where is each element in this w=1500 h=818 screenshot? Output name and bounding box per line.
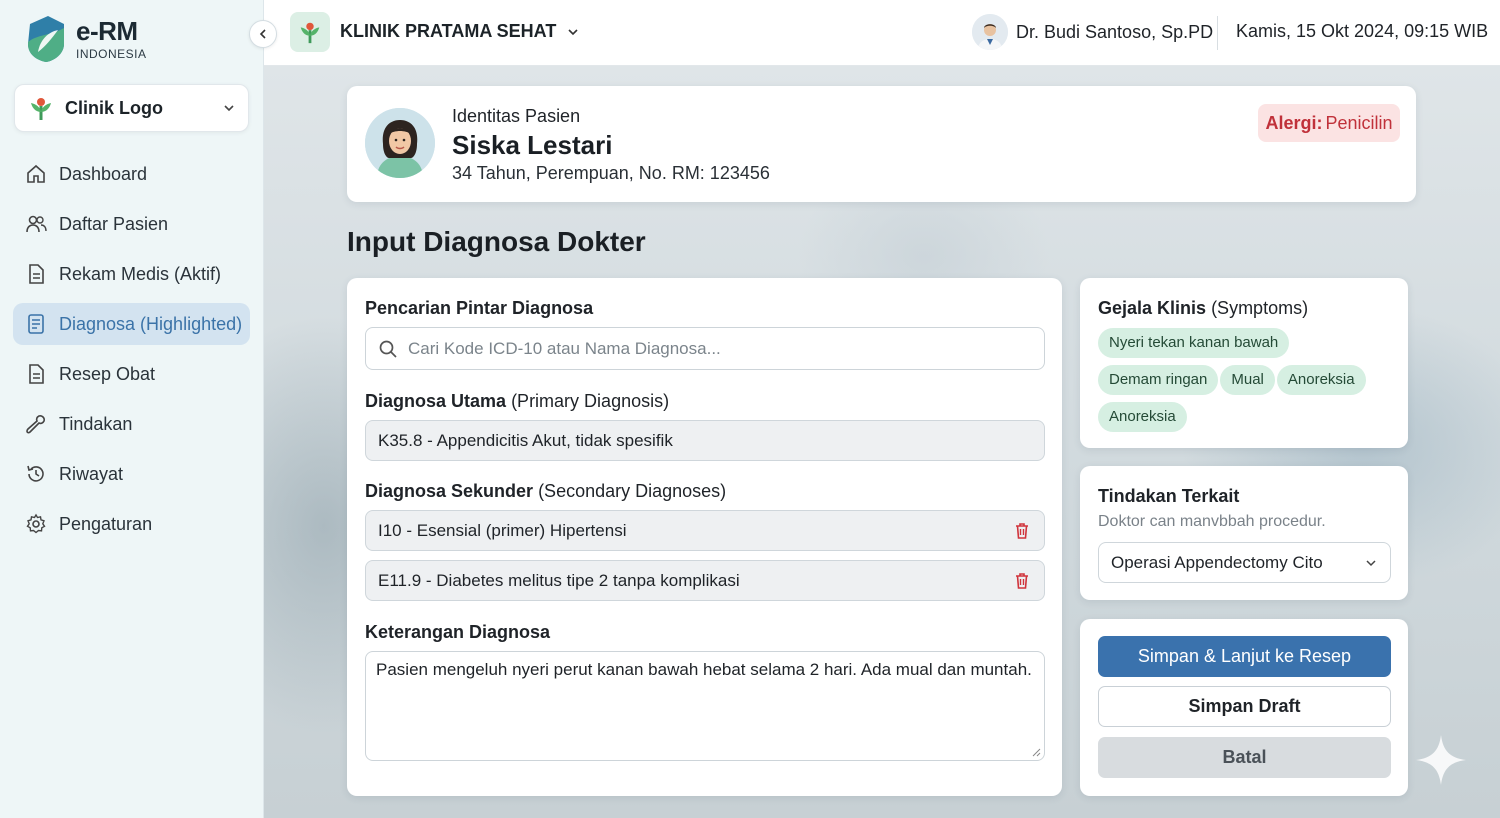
logo-subtitle: INDONESIA — [76, 47, 147, 61]
app-logo[interactable]: e-RM INDONESIA — [24, 14, 147, 64]
symptom-chip[interactable]: Anoreksia — [1276, 365, 1366, 395]
patient-info: 34 Tahun, Perempuan, No. RM: 123456 — [452, 163, 770, 183]
clinic-name: KLINIK PRATAMA SEHAT — [340, 21, 557, 41]
sidebar-item-label: Pengaturan — [59, 513, 153, 534]
chevron-down-icon — [568, 28, 578, 35]
action-title: Tindakan Terkait — [1098, 486, 1240, 506]
clinic-logo-icon — [300, 22, 320, 44]
secondary-diagnosis-value: E11.9 - Diabetes melitus tipe 2 tanpa ko… — [378, 570, 740, 590]
clinic-select-label: Clinik Logo — [65, 97, 163, 118]
sidebar-item-rekam-medis[interactable]: Rekam Medis (Aktif) — [13, 253, 250, 295]
chevron-down-icon — [1366, 559, 1376, 566]
action-select-value: Operasi Appendectomy Cito — [1111, 552, 1323, 572]
top-header: KLINIK PRATAMA SEHAT Dr. Budi Santoso, S… — [264, 0, 1500, 66]
document-icon — [29, 364, 44, 384]
clinic-select[interactable]: Clinik Logo — [14, 84, 249, 132]
sparkle-icon — [1416, 735, 1466, 785]
primary-diagnosis-field[interactable]: K35.8 - Appendicitis Akut, tidak spesifi… — [365, 420, 1045, 461]
doctor-name: Dr. Budi Santoso, Sp.PD — [1016, 21, 1214, 42]
related-action-card: Tindakan Terkait Doktor can manvbbah pro… — [1080, 466, 1408, 600]
save-continue-button[interactable]: Simpan & Lanjut ke Resep — [1098, 636, 1391, 677]
history-icon — [27, 465, 44, 482]
sidebar-item-resep-obat[interactable]: Resep Obat — [13, 353, 250, 395]
home-icon — [27, 164, 45, 183]
sidebar-item-daftar-pasien[interactable]: Daftar Pasien — [13, 203, 250, 245]
doctor-profile[interactable]: Dr. Budi Santoso, Sp.PD — [972, 14, 1213, 50]
sidebar-item-label: Rekam Medis (Aktif) — [59, 263, 222, 284]
sidebar-item-label: Riwayat — [59, 463, 124, 484]
sidebar-item-label: Diagnosa (Highlighted) — [59, 313, 243, 334]
notes-label: Keterangan Diagnosa — [365, 622, 551, 642]
patient-section-label: Identitas Pasien — [452, 106, 581, 126]
symptom-chip[interactable]: Anoreksia — [1098, 402, 1187, 432]
clinic-badge — [290, 12, 330, 52]
chevron-left-icon — [259, 29, 266, 39]
header-divider — [1217, 16, 1218, 50]
allergy-badge: Alergi: Penicilin — [1258, 104, 1400, 142]
patient-avatar — [365, 108, 435, 178]
secondary-diagnosis-item[interactable]: E11.9 - Diabetes melitus tipe 2 tanpa ko… — [365, 560, 1045, 601]
sidebar-item-riwayat[interactable]: Riwayat — [13, 453, 250, 495]
form-actions-card: Simpan & Lanjut ke Resep Simpan Draft Ba… — [1080, 619, 1408, 796]
clinic-logo-icon — [31, 98, 51, 120]
symptom-chips: Nyeri tekan kanan bawah Demam ringan Mual… — [1098, 328, 1398, 439]
users-icon — [26, 215, 47, 233]
collapse-sidebar-button[interactable] — [249, 20, 277, 48]
search-placeholder: Cari Kode ICD-10 atau Nama Diagnosa... — [408, 338, 721, 358]
symptoms-title: Gejala Klinis (Symptoms) — [1098, 298, 1309, 318]
current-datetime: Kamis, 15 Okt 2024, 09:15 WIB — [1236, 21, 1489, 41]
search-icon — [379, 340, 397, 358]
sidebar-item-label: Resep Obat — [59, 363, 156, 384]
trash-icon[interactable] — [1014, 572, 1030, 590]
diagnosis-card: Pencarian Pintar Diagnosa Cari Kode ICD-… — [347, 278, 1062, 796]
notes-value: Pasien mengeluh nyeri perut kanan bawah … — [376, 660, 1032, 679]
resize-handle-icon[interactable] — [1031, 747, 1041, 757]
patient-name: Siska Lestari — [452, 130, 613, 160]
chevron-down-icon — [224, 105, 234, 112]
action-select[interactable]: Operasi Appendectomy Cito — [1098, 542, 1391, 583]
symptoms-card: Gejala Klinis (Symptoms) Nyeri tekan kan… — [1080, 278, 1408, 448]
symptom-chip[interactable]: Demam ringan — [1098, 365, 1219, 395]
trash-icon[interactable] — [1014, 522, 1030, 540]
cancel-button[interactable]: Batal — [1098, 737, 1391, 778]
sidebar-item-label: Dashboard — [59, 163, 148, 184]
document-icon — [29, 264, 44, 284]
allergy-label: Alergi: — [1265, 112, 1323, 133]
sidebar-item-tindakan[interactable]: Tindakan — [13, 403, 250, 445]
gear-icon — [26, 513, 46, 534]
sidebar-item-label: Daftar Pasien — [59, 213, 169, 234]
wrench-icon — [26, 415, 45, 434]
secondary-diagnosis-item[interactable]: I10 - Esensial (primer) Hipertensi — [365, 510, 1045, 551]
page-title: Input Diagnosa Dokter — [347, 226, 646, 257]
secondary-diagnosis-value: I10 - Esensial (primer) Hipertensi — [378, 520, 627, 540]
symptom-chip[interactable]: Nyeri tekan kanan bawah — [1098, 328, 1290, 358]
sidebar: e-RM INDONESIA Clinik Logo Dashboard Daf… — [0, 0, 264, 818]
symptom-chip[interactable]: Mual — [1220, 365, 1275, 395]
sidebar-item-dashboard[interactable]: Dashboard — [13, 153, 250, 195]
save-draft-button[interactable]: Simpan Draft — [1098, 686, 1391, 727]
diagnosis-notes-textarea[interactable]: Pasien mengeluh nyeri perut kanan bawah … — [365, 651, 1045, 761]
action-subtitle: Doktor can manvbbah procedur. — [1098, 513, 1326, 530]
primary-diagnosis-value: K35.8 - Appendicitis Akut, tidak spesifi… — [378, 430, 673, 450]
sidebar-item-label: Tindakan — [59, 413, 133, 434]
sidebar-item-pengaturan[interactable]: Pengaturan — [13, 503, 250, 545]
secondary-diagnosis-label: Diagnosa Sekunder (Secondary Diagnoses) — [365, 481, 727, 501]
list-document-icon — [28, 314, 44, 334]
patient-identity-card: Identitas Pasien Siska Lestari 34 Tahun,… — [347, 86, 1416, 202]
allergy-value: Penicilin — [1325, 112, 1393, 133]
logo-title: e-RM — [76, 16, 138, 46]
doctor-avatar — [972, 14, 1008, 50]
diagnosis-search-input[interactable]: Cari Kode ICD-10 atau Nama Diagnosa... — [365, 327, 1045, 370]
search-label: Pencarian Pintar Diagnosa — [365, 298, 594, 318]
clinic-switcher[interactable]: KLINIK PRATAMA SEHAT — [340, 21, 580, 42]
sidebar-nav: Dashboard Daftar Pasien Rekam Medis (Akt… — [13, 153, 250, 553]
primary-diagnosis-label: Diagnosa Utama (Primary Diagnosis) — [365, 391, 670, 411]
sidebar-item-diagnosa[interactable]: Diagnosa (Highlighted) — [13, 303, 250, 345]
logo-mark-icon — [28, 16, 64, 62]
